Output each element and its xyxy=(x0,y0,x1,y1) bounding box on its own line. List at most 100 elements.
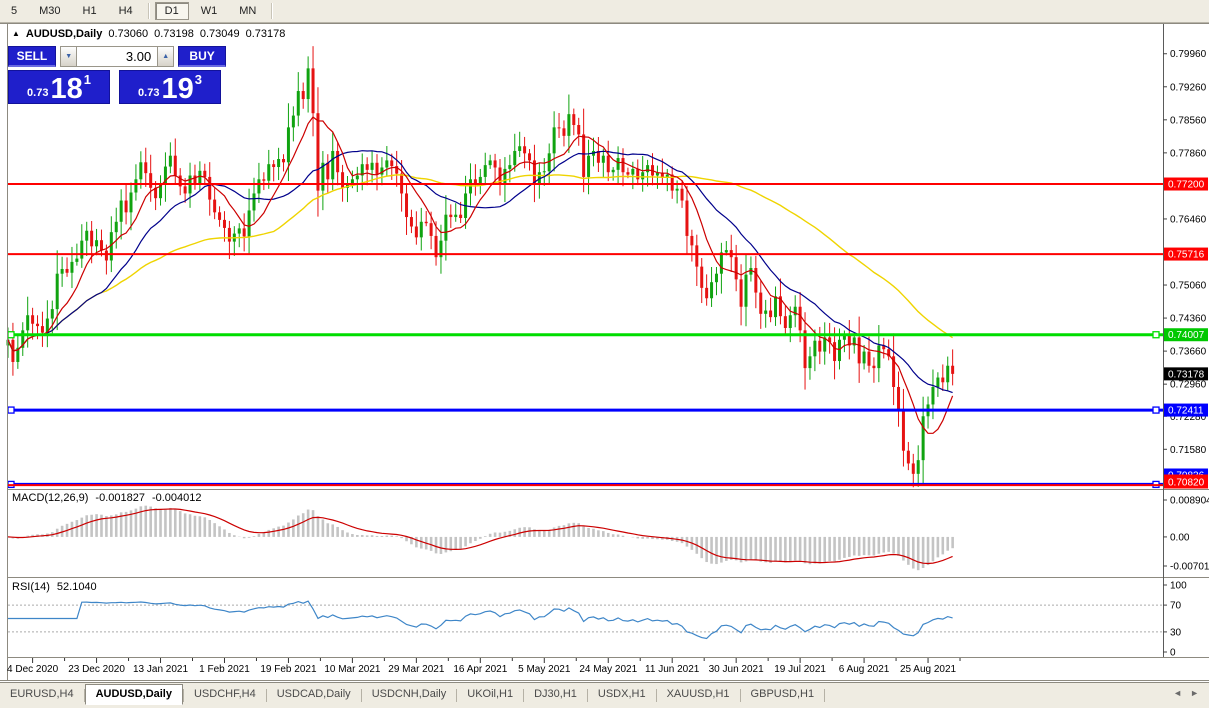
line-selection-marker[interactable] xyxy=(7,331,15,339)
candle-body xyxy=(719,252,723,274)
candle-body xyxy=(867,351,871,366)
candle-body xyxy=(508,165,512,169)
candle-body xyxy=(837,339,841,362)
timeframe-button-m30[interactable]: M30 xyxy=(29,2,70,20)
candle-body xyxy=(872,365,876,369)
candle-body xyxy=(901,410,905,451)
candle-body xyxy=(252,193,256,211)
current-price-badge-text: 0.73178 xyxy=(1168,369,1205,380)
candle-body xyxy=(473,179,477,184)
timeframe-button-w1[interactable]: W1 xyxy=(191,2,228,20)
price-tick-label: 0.73660 xyxy=(1170,347,1207,358)
buy-button[interactable]: BUY xyxy=(178,46,226,67)
candle-body xyxy=(488,160,492,166)
tab-usdcnh-daily[interactable]: USDCNH,Daily xyxy=(362,685,457,704)
tab-eurusd-h4[interactable]: EURUSD,H4 xyxy=(0,685,84,704)
scroll-tabs-right-button[interactable]: ► xyxy=(1190,688,1199,698)
price-tick-label: 0.78560 xyxy=(1170,115,1207,126)
candle-body xyxy=(203,170,207,177)
candle-body xyxy=(714,273,718,283)
timeframe-button-h1[interactable]: H1 xyxy=(73,2,107,20)
tab-dj30-h1[interactable]: DJ30,H1 xyxy=(524,685,587,704)
tab-usdcad-daily[interactable]: USDCAD,Daily xyxy=(267,685,361,704)
candle-body xyxy=(862,351,866,364)
candle-body xyxy=(277,158,281,168)
chart-title: ▲ AUDUSD,Daily 0.73060 0.73198 0.73049 0… xyxy=(12,28,285,40)
date-label: 19 Feb 2021 xyxy=(260,664,317,675)
price-tick-label: 0.79260 xyxy=(1170,82,1207,93)
date-label: 13 Jan 2021 xyxy=(133,664,188,675)
chart-plot[interactable]: 0.79960 0.79260 0.78560 0.77860 0.76460 0.750… xyxy=(0,0,1209,708)
candle-body xyxy=(744,274,748,307)
candle-body xyxy=(833,342,837,362)
scroll-tabs-left-button[interactable]: ◄ xyxy=(1173,688,1182,698)
tab-usdchf-h4[interactable]: USDCHF,H4 xyxy=(184,685,266,704)
candle-body xyxy=(759,292,763,314)
tab-ukoil-h1[interactable]: UKOil,H1 xyxy=(457,685,523,704)
tab-gbpusd-h1[interactable]: GBPUSD,H1 xyxy=(741,685,825,704)
timeframe-toolbar: 5 M30 H1 H4 D1 W1 MN xyxy=(0,0,1209,23)
date-label: 24 May 2021 xyxy=(579,664,637,675)
rsi-indicator-label: RSI(14) 52.1040 xyxy=(12,581,104,593)
current-price-badge: 0.73178 xyxy=(1164,367,1208,381)
candle-body xyxy=(567,114,571,136)
sell-button[interactable]: SELL xyxy=(8,46,56,67)
candle-body xyxy=(50,309,54,319)
timeframe-button-d1[interactable]: D1 xyxy=(154,2,189,20)
line-selection-marker[interactable] xyxy=(1152,331,1160,339)
volume-decrease-button[interactable]: ▼ xyxy=(60,46,78,67)
low-value: 0.73049 xyxy=(199,28,240,40)
ma-slow-line xyxy=(7,174,953,352)
tab-usdx-h1[interactable]: USDX,H1 xyxy=(588,685,656,704)
candle-body xyxy=(941,377,945,383)
candle-body xyxy=(444,214,448,241)
candle-body xyxy=(518,146,522,151)
candle-body xyxy=(454,214,458,218)
candle-body xyxy=(267,164,271,181)
line-selection-marker[interactable] xyxy=(1152,406,1160,414)
candle-body xyxy=(685,200,689,236)
timeframe-button-5[interactable]: 5 xyxy=(1,2,27,20)
buy-price-button[interactable]: 0.73 19 3 xyxy=(119,70,221,104)
candle-body xyxy=(449,214,453,218)
sell-price-button[interactable]: 0.73 18 1 xyxy=(8,70,110,104)
candle-body xyxy=(90,230,94,247)
candle-body xyxy=(291,115,295,128)
tab-xauusd-h1[interactable]: XAUUSD,H1 xyxy=(657,685,740,704)
rsi-axis-label: 70 xyxy=(1170,601,1182,612)
candle-body xyxy=(173,155,177,176)
volume-input[interactable] xyxy=(77,46,158,67)
rsi-axis-label: 0 xyxy=(1170,648,1176,659)
candle-body xyxy=(262,179,266,181)
price-badge-0.75716: 0.75716 xyxy=(1164,247,1208,261)
candle-body xyxy=(129,192,133,213)
timeframe-button-h4[interactable]: H4 xyxy=(109,2,143,20)
candle-body xyxy=(877,345,881,369)
candle-body xyxy=(75,258,79,262)
candle-body xyxy=(606,155,610,173)
candles xyxy=(6,46,955,488)
candle-body xyxy=(183,186,187,194)
candle-body xyxy=(316,113,320,191)
candle-body xyxy=(124,200,128,213)
date-label: 6 Aug 2021 xyxy=(839,664,890,675)
one-click-collapse-icon[interactable]: ▲ xyxy=(12,30,20,38)
buy-price-bigfigure: 0.73 xyxy=(138,87,160,99)
volume-increase-button[interactable]: ▲ xyxy=(157,46,175,67)
sell-price-pips: 18 xyxy=(50,73,83,105)
candle-body xyxy=(55,273,59,310)
candle-body xyxy=(769,310,773,318)
price-tick-label: 0.79960 xyxy=(1170,49,1207,60)
timeframe-button-mn[interactable]: MN xyxy=(229,2,266,20)
macd-value: -0.001827 xyxy=(95,492,145,504)
candle-body xyxy=(218,212,222,220)
candle-body xyxy=(208,176,212,200)
candle-body xyxy=(528,153,532,161)
price-badge-0.70820-top-text: 0.70820 xyxy=(1168,478,1205,489)
candle-body xyxy=(60,268,64,274)
line-selection-marker[interactable] xyxy=(7,406,15,414)
date-label: 5 May 2021 xyxy=(518,664,571,675)
candle-body xyxy=(808,356,812,369)
candle-body xyxy=(774,296,778,318)
tab-audusd-daily[interactable]: AUDUSD,Daily xyxy=(84,684,183,705)
